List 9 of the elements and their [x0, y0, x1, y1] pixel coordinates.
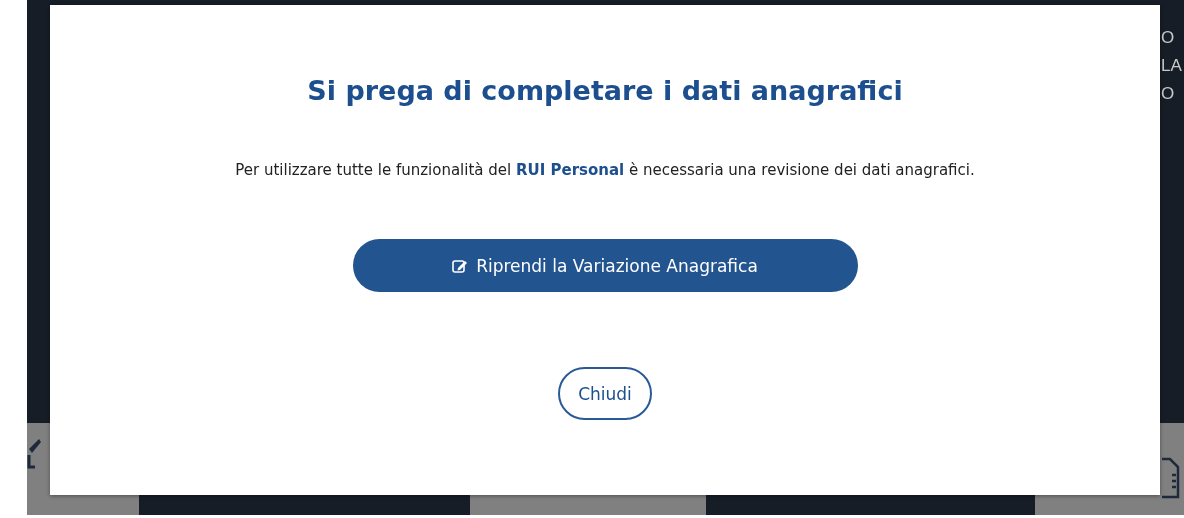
- document-icon: [1160, 455, 1180, 499]
- resume-button[interactable]: Riprendi la Variazione Anagrafica: [352, 239, 858, 292]
- background-text: LA: [1161, 56, 1183, 76]
- edit-icon: [452, 258, 469, 273]
- background-text: O: [1161, 84, 1176, 104]
- dialog-message: Per utilizzare tutte le funzionalità del RUI Personal è necessaria una revisione dei dati anagrafici.: [235, 160, 975, 181]
- close-button[interactable]: Chiudi: [558, 367, 652, 420]
- dialog-title: Si prega di completare i dati anagrafici: [307, 74, 903, 108]
- background-text: O: [1161, 28, 1176, 48]
